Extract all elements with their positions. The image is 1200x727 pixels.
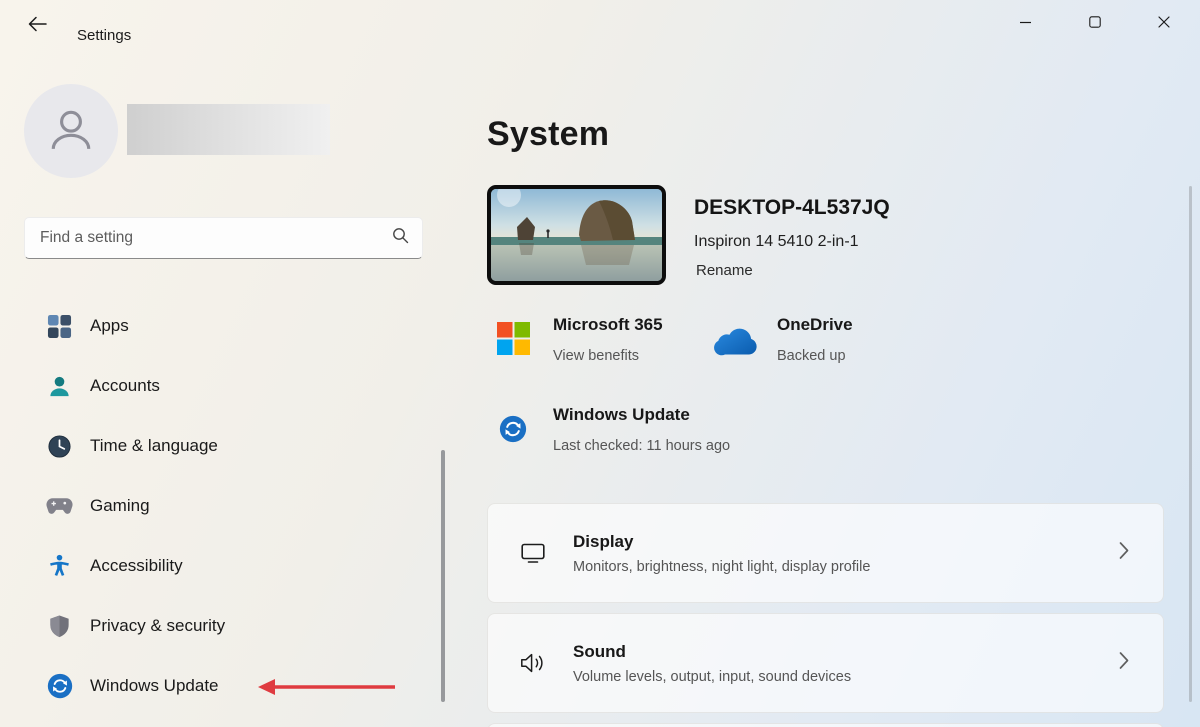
sidebar-item-label: Gaming [90, 496, 150, 516]
microsoft-365-icon[interactable] [497, 322, 530, 360]
windows-update-icon [46, 673, 73, 700]
person-icon [47, 105, 95, 158]
user-name-redacted [127, 104, 330, 155]
device-model: Inspiron 14 5410 2-in-1 [694, 233, 859, 251]
windows-update-status: Last checked: 11 hours ago [553, 438, 730, 454]
sidebar-item-label: Time & language [90, 436, 218, 456]
device-name: DESKTOP-4L537JQ [694, 196, 890, 220]
card-sound[interactable]: Sound Volume levels, output, input, soun… [487, 613, 1164, 713]
chevron-right-icon [1119, 542, 1129, 565]
chevron-right-icon [1119, 652, 1129, 675]
back-arrow-icon [27, 16, 47, 35]
onedrive-status: Backed up [777, 348, 846, 364]
device-thumbnail [487, 185, 666, 285]
display-icon [519, 539, 547, 567]
user-avatar[interactable] [24, 84, 118, 178]
page-title: System [487, 115, 609, 154]
titlebar: Settings [0, 0, 1200, 48]
card-subtitle: Volume levels, output, input, sound devi… [573, 669, 851, 685]
rename-button[interactable]: Rename [696, 262, 753, 279]
onedrive-icon[interactable] [714, 328, 758, 361]
sidebar-item-label: Accounts [90, 376, 160, 396]
windows-update-title[interactable]: Windows Update [553, 405, 690, 425]
sidebar-item-apps[interactable]: Apps [10, 306, 438, 346]
sidebar-item-accessibility[interactable]: Accessibility [10, 546, 438, 586]
window-controls [991, 0, 1198, 46]
card-partial[interactable] [487, 723, 1164, 727]
card-display[interactable]: Display Monitors, brightness, night ligh… [487, 503, 1164, 603]
settings-window: Settings Apps [0, 0, 1200, 727]
sidebar-item-label: Privacy & security [90, 616, 225, 636]
sound-icon [519, 649, 547, 677]
windows-update-icon[interactable] [499, 415, 527, 448]
accounts-icon [46, 373, 73, 400]
view-benefits-link[interactable]: View benefits [553, 348, 639, 364]
card-title: Display [573, 532, 870, 552]
sidebar-item-label: Windows Update [90, 676, 219, 696]
settings-cards: Display Monitors, brightness, night ligh… [487, 503, 1164, 727]
window-title: Settings [77, 27, 131, 44]
close-button[interactable] [1129, 0, 1198, 46]
main-scrollbar[interactable] [1189, 186, 1192, 702]
back-button[interactable] [20, 13, 54, 37]
sidebar-item-windows-update[interactable]: Windows Update [10, 666, 438, 706]
maximize-button[interactable] [1060, 0, 1129, 46]
gaming-icon [46, 493, 73, 520]
onedrive-title: OneDrive [777, 315, 853, 335]
time-language-icon [46, 433, 73, 460]
search-input[interactable] [38, 228, 392, 248]
maximize-icon [1089, 16, 1101, 31]
microsoft-365-title: Microsoft 365 [553, 315, 663, 335]
sidebar-nav: Apps Accounts Time & language Gaming Acc… [10, 306, 438, 726]
sidebar-scrollbar[interactable] [441, 450, 445, 702]
sidebar-item-label: Accessibility [90, 556, 183, 576]
accessibility-icon [46, 553, 73, 580]
card-subtitle: Monitors, brightness, night light, displ… [573, 559, 870, 575]
search-box [24, 217, 423, 259]
minimize-icon [1020, 16, 1031, 31]
privacy-security-icon [46, 613, 73, 640]
sidebar-item-gaming[interactable]: Gaming [10, 486, 438, 526]
sidebar-item-privacy-security[interactable]: Privacy & security [10, 606, 438, 646]
minimize-button[interactable] [991, 0, 1060, 46]
sidebar-item-label: Apps [90, 316, 129, 336]
search-icon [392, 227, 409, 249]
card-title: Sound [573, 642, 851, 662]
apps-icon [46, 313, 73, 340]
close-icon [1158, 16, 1170, 31]
beach-photo [491, 189, 662, 281]
sidebar-item-accounts[interactable]: Accounts [10, 366, 438, 406]
sidebar-item-time-language[interactable]: Time & language [10, 426, 438, 466]
